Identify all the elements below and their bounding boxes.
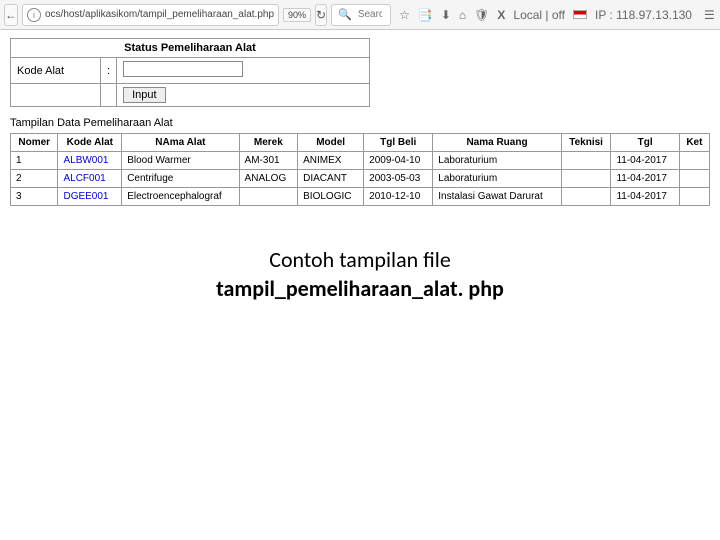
table-cell <box>679 188 709 206</box>
table-cell: 11-04-2017 <box>611 188 679 206</box>
reload-button[interactable]: ↻ <box>315 4 327 26</box>
kode-alat-input[interactable] <box>123 61 243 77</box>
table-cell: 11-04-2017 <box>611 170 679 188</box>
caption-line1: Contoh tampilan file <box>10 246 710 275</box>
extension-x-icon[interactable]: X <box>497 8 505 22</box>
local-status: Local | off <box>513 8 565 22</box>
col-nama-alat: NAma Alat <box>122 134 239 152</box>
search-bar[interactable]: 🔍 <box>331 4 391 26</box>
col-model: Model <box>298 134 364 152</box>
caption-line2: tampil_pemeliharaan_alat. php <box>10 275 710 304</box>
search-icon: 🔍 <box>338 8 352 21</box>
table-cell: BIOLOGIC <box>298 188 364 206</box>
table-cell <box>679 152 709 170</box>
table-cell: Laboraturium <box>433 152 561 170</box>
status-form-table: Status Pemeliharaan Alat Kode Alat : Inp… <box>10 38 370 107</box>
table-cell[interactable]: ALBW001 <box>58 152 122 170</box>
col-nama-ruang: Nama Ruang <box>433 134 561 152</box>
table-cell: 11-04-2017 <box>611 152 679 170</box>
url-text: ocs/host/aplikasikom/tampil_pemeliharaan… <box>45 9 274 20</box>
home-icon[interactable]: ⌂ <box>459 8 466 22</box>
table-cell <box>561 188 611 206</box>
data-table: Nomer Kode Alat NAma Alat Merek Model Tg… <box>10 133 710 206</box>
col-ket: Ket <box>679 134 709 152</box>
table-cell <box>561 170 611 188</box>
table-cell: Blood Warmer <box>122 152 239 170</box>
info-icon: i <box>27 8 41 22</box>
flag-icon <box>573 10 587 19</box>
bookmark-star-icon[interactable]: ☆ <box>399 8 410 22</box>
table-cell: Laboraturium <box>433 170 561 188</box>
table-cell: 2003-05-03 <box>364 170 433 188</box>
table-cell: AM-301 <box>239 152 298 170</box>
table-cell <box>239 188 298 206</box>
toolbar-icons: ☆ 📑 ⬇ ⌂ 🛡 X Local | off IP : 118.97.13.1… <box>395 8 720 22</box>
input-button[interactable]: Input <box>123 87 165 103</box>
search-input[interactable] <box>356 8 384 21</box>
browser-toolbar: ← i ocs/host/aplikasikom/tampil_pemeliha… <box>0 0 720 30</box>
table-cell: DIACANT <box>298 170 364 188</box>
table-cell: Centrifuge <box>122 170 239 188</box>
col-kode-alat: Kode Alat <box>58 134 122 152</box>
col-nomer: Nomer <box>11 134 58 152</box>
table-cell: Instalasi Gawat Darurat <box>433 188 561 206</box>
table-cell[interactable]: ALCF001 <box>58 170 122 188</box>
col-tgl: Tgl <box>611 134 679 152</box>
separator: : <box>101 58 117 84</box>
col-merek: Merek <box>239 134 298 152</box>
page-content: Status Pemeliharaan Alat Kode Alat : Inp… <box>0 30 720 303</box>
table-row: 2ALCF001CentrifugeANALOGDIACANT2003-05-0… <box>11 170 710 188</box>
table-cell: 2 <box>11 170 58 188</box>
shield-icon[interactable]: 🛡 <box>474 8 489 22</box>
col-tgl-beli: Tgl Beli <box>364 134 433 152</box>
url-bar[interactable]: i ocs/host/aplikasikom/tampil_pemelihara… <box>22 4 279 26</box>
reading-list-icon[interactable]: 📑 <box>418 8 433 22</box>
subtitle: Tampilan Data Pemeliharaan Alat <box>10 117 710 129</box>
table-row: 1ALBW001Blood WarmerAM-301ANIMEX2009-04-… <box>11 152 710 170</box>
table-cell[interactable]: DGEE001 <box>58 188 122 206</box>
table-cell: ANIMEX <box>298 152 364 170</box>
table-header-row: Nomer Kode Alat NAma Alat Merek Model Tg… <box>11 134 710 152</box>
ip-label: IP : 118.97.13.130 <box>595 8 692 22</box>
form-title: Status Pemeliharaan Alat <box>11 39 370 58</box>
back-button[interactable]: ← <box>4 4 18 26</box>
table-cell: 1 <box>11 152 58 170</box>
table-cell: Electroencephalograf <box>122 188 239 206</box>
table-cell: 2009-04-10 <box>364 152 433 170</box>
kode-alat-label: Kode Alat <box>11 58 101 84</box>
table-cell: ANALOG <box>239 170 298 188</box>
table-cell: 2010-12-10 <box>364 188 433 206</box>
table-cell: 3 <box>11 188 58 206</box>
table-cell <box>679 170 709 188</box>
caption: Contoh tampilan file tampil_pemeliharaan… <box>10 246 710 303</box>
table-cell <box>561 152 611 170</box>
menu-hamburger-icon[interactable]: ☰ <box>700 8 719 22</box>
download-arrow-icon[interactable]: ⬇ <box>441 8 451 22</box>
col-teknisi: Teknisi <box>561 134 611 152</box>
table-row: 3DGEE001Electroencephalograf BIOLOGIC2010… <box>11 188 710 206</box>
zoom-level[interactable]: 90% <box>283 8 311 22</box>
